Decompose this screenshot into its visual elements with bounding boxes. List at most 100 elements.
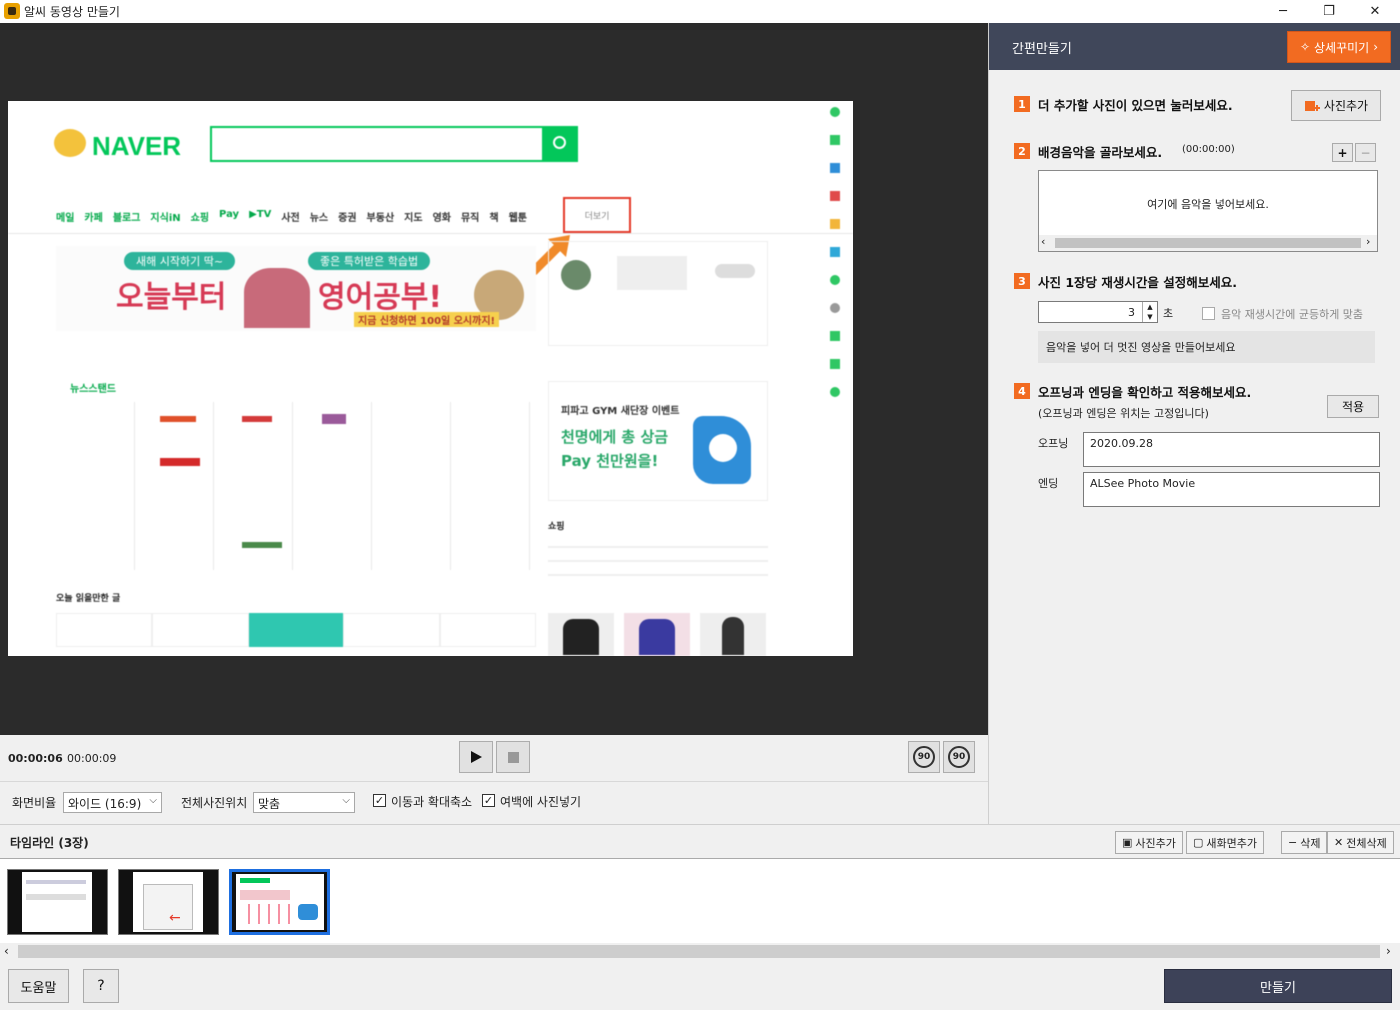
- category-item: 사전: [281, 213, 300, 224]
- category-item: 메일: [56, 213, 75, 224]
- ending-label: 엔딩: [1038, 477, 1059, 490]
- delete-button[interactable]: − 삭제: [1281, 831, 1328, 854]
- detail-edit-button[interactable]: ✧ 상세꾸미기 ›: [1287, 31, 1391, 63]
- scroll-right-icon[interactable]: ›: [1366, 235, 1370, 248]
- restore-button[interactable]: ❐: [1306, 0, 1352, 23]
- panel-header: 간편만들기 ✧ 상세꾸미기 ›: [989, 23, 1400, 70]
- ad-panel: 피파고 GYM 새단장 이벤트 천명에게 총 상금 Pay 천만원을!: [548, 381, 768, 501]
- ending-input[interactable]: ALSee Photo Movie: [1083, 472, 1380, 507]
- step-1-text: 더 추가할 사진이 있으면 눌러보세요.: [1038, 98, 1233, 113]
- naver-search-box: [210, 126, 578, 162]
- total-time: 00:00:09: [67, 752, 117, 765]
- play-button[interactable]: [459, 741, 493, 773]
- category-item: ▶TV: [249, 209, 272, 220]
- arrow-icon: ←: [169, 910, 181, 926]
- news-stand: 뉴스스탠드: [56, 376, 536, 576]
- side-icon-strip: [830, 101, 842, 656]
- naver-category-row: 메일 카페 블로그 지식iN 쇼핑 Pay ▶TV 사전 뉴스 증권 부동산 지…: [56, 209, 576, 224]
- add-photo-icon: ▣: [1122, 836, 1133, 849]
- help-button[interactable]: 도움말: [8, 969, 69, 1003]
- chevron-down-icon: ⌵: [149, 795, 157, 806]
- duration-hint: 음악을 넣어 더 멋진 영상을 만들어보세요: [1038, 331, 1375, 363]
- step-3-number: 3: [1014, 273, 1030, 289]
- rotate-right-button[interactable]: 90: [943, 741, 975, 773]
- fill-blank-checkbox[interactable]: ✓: [482, 794, 495, 807]
- step-4-number: 4: [1014, 383, 1030, 399]
- music-drop-area[interactable]: 여기에 음악을 넣어보세요. ‹ ›: [1038, 170, 1378, 252]
- bottom-bar: 도움말 ? 만들기: [0, 960, 1400, 1010]
- category-item: 지도: [404, 213, 423, 224]
- music-duration: (00:00:00): [1182, 144, 1235, 155]
- chevron-down-icon: ⌵: [342, 795, 350, 806]
- player-controls: 00:00:06 00:00:09 90 90: [0, 735, 988, 782]
- preview-image: NAVER 메일 카페 블로그 지식iN 쇼핑 Pay ▶TV 사전 뉴스 증권…: [8, 101, 853, 656]
- scroll-left-icon[interactable]: ‹: [4, 944, 9, 958]
- duration-stepper[interactable]: ▲ ▼: [1142, 302, 1157, 322]
- scroll-thumb[interactable]: [1055, 238, 1361, 248]
- category-item: 카페: [84, 213, 103, 224]
- timeline-area: ←: [0, 858, 1400, 943]
- equal-time-checkbox[interactable]: [1202, 307, 1215, 320]
- stop-button[interactable]: [496, 741, 530, 773]
- pan-zoom-checkbox[interactable]: ✓: [373, 794, 386, 807]
- category-item: 영화: [432, 213, 451, 224]
- add-photo-icon: [1304, 100, 1320, 111]
- rotate-left-button[interactable]: 90: [908, 741, 940, 773]
- scroll-right-icon[interactable]: ›: [1386, 944, 1391, 958]
- add-photo-button[interactable]: 사진추가: [1291, 90, 1381, 121]
- step-4-text: 오프닝과 엔딩을 확인하고 적용해보세요.: [1038, 385, 1252, 400]
- app-icon: [4, 3, 20, 19]
- chevron-right-icon: ›: [1373, 40, 1379, 54]
- duration-unit: 초: [1163, 307, 1174, 320]
- new-screen-button[interactable]: ▢ 새화면추가: [1186, 831, 1265, 854]
- step-2-number: 2: [1014, 143, 1030, 159]
- more-highlight: 더보기: [563, 197, 631, 233]
- apply-button[interactable]: 적용: [1327, 395, 1379, 418]
- music-scrollbar[interactable]: ‹ ›: [1039, 235, 1377, 251]
- close-button[interactable]: ✕: [1352, 0, 1398, 23]
- login-panel: [548, 241, 768, 346]
- category-item: 블로그: [112, 213, 141, 224]
- delete-all-button[interactable]: ✕ 전체삭제: [1327, 831, 1394, 854]
- opening-input[interactable]: 2020.09.28: [1083, 432, 1380, 467]
- opening-label: 오프닝: [1038, 437, 1069, 450]
- aspect-label: 화면비율: [12, 796, 57, 810]
- music-placeholder: 여기에 음악을 넣어보세요.: [1147, 198, 1269, 211]
- equal-time-label: 음악 재생시간에 균등하게 맞춤: [1221, 308, 1364, 321]
- timeline-thumbnail-3-selected[interactable]: [229, 869, 330, 935]
- scroll-left-icon[interactable]: ‹: [1041, 235, 1045, 248]
- banner-person: [244, 268, 310, 328]
- window-title: 알씨 동영상 만들기: [24, 5, 120, 19]
- fill-blank-label: 여백에 사진넣기: [500, 795, 582, 809]
- stop-icon: [507, 751, 519, 763]
- category-item: 뉴스: [309, 213, 329, 224]
- timeline-thumbnail-1[interactable]: [7, 869, 108, 935]
- scroll-thumb[interactable]: [18, 945, 1380, 958]
- rotate-left-icon: 90: [913, 746, 935, 768]
- make-button[interactable]: 만들기: [1164, 969, 1392, 1003]
- current-time: 00:00:06: [8, 752, 63, 765]
- category-item: 부동산: [366, 213, 395, 224]
- step-3-text: 사진 1장당 재생시간을 설정해보세요.: [1038, 275, 1238, 290]
- timeline-thumbnail-2[interactable]: ←: [118, 869, 219, 935]
- question-button[interactable]: ?: [83, 969, 119, 1003]
- step-2-text: 배경음악을 골라보세요.: [1038, 145, 1163, 160]
- timeline-add-photo-button[interactable]: ▣ 사진추가: [1115, 831, 1183, 854]
- category-item: 웹툰: [508, 213, 527, 224]
- minimize-button[interactable]: ─: [1260, 0, 1306, 23]
- play-icon: [471, 751, 482, 763]
- category-item: Pay: [219, 209, 240, 220]
- duration-input[interactable]: 3: [1038, 301, 1158, 323]
- timeline-scrollbar[interactable]: ‹ ›: [0, 943, 1400, 960]
- timeline-title: 타임라인 (3장): [10, 836, 89, 850]
- position-select[interactable]: 맞춤 ⌵: [253, 792, 355, 813]
- step-4-subtext: (오프닝과 엔딩은 위치는 고정입니다): [1038, 407, 1209, 420]
- aspect-select[interactable]: 와이드 (16:9) ⌵: [63, 792, 162, 813]
- new-screen-icon: ▢: [1193, 836, 1204, 849]
- position-label: 전체사진위치: [181, 796, 248, 810]
- add-music-button[interactable]: +: [1332, 143, 1353, 162]
- remove-music-button[interactable]: −: [1355, 143, 1376, 162]
- timeline-toolbar: 타임라인 (3장) ▣ 사진추가 ▢ 새화면추가 − 삭제 ✕ 전체삭제: [0, 824, 1400, 858]
- minus-icon: −: [1288, 836, 1298, 849]
- category-item: 증권: [338, 213, 357, 224]
